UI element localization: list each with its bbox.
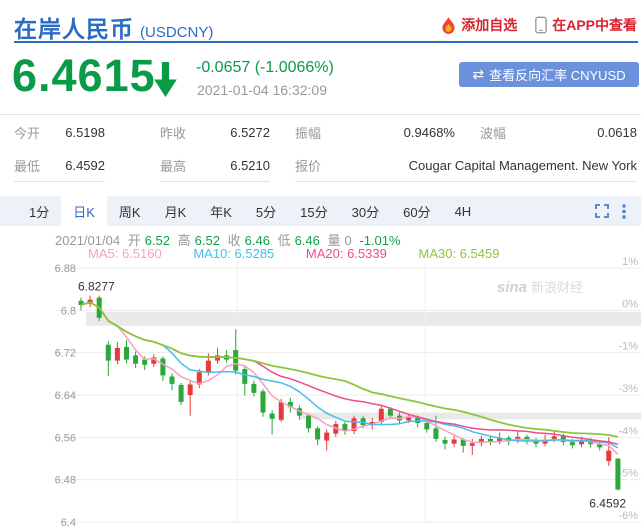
chart-grid — [56, 262, 641, 522]
candlestick-chart[interactable]: 6.88 1% 6.8 0% 6.72 -1% 6.64 -3% 6.56 -4% 6.48 -5% 6… — [0, 0, 641, 531]
svg-text:-1%: -1% — [618, 341, 638, 353]
candle-up — [115, 348, 120, 361]
candle-up — [279, 402, 284, 420]
candle-down — [261, 391, 266, 412]
candle-down — [306, 416, 311, 429]
candle-up — [324, 433, 329, 441]
candle-down — [615, 459, 620, 490]
svg-text:6.48: 6.48 — [55, 475, 76, 487]
candle-down — [251, 384, 256, 393]
candle-down — [388, 409, 393, 416]
candle-down — [315, 428, 320, 439]
svg-text:6.4: 6.4 — [61, 517, 76, 529]
svg-text:6.72: 6.72 — [55, 348, 76, 360]
svg-text:-6%: -6% — [618, 510, 638, 522]
candle-up — [188, 384, 193, 395]
svg-text:新浪财经: 新浪财经 — [531, 280, 583, 295]
candle-up — [206, 361, 211, 373]
chart-bands — [86, 312, 641, 419]
candle-down — [233, 350, 238, 371]
candle-down — [433, 428, 438, 439]
candle-up — [606, 451, 611, 462]
candle-up — [470, 443, 475, 446]
candle-down — [570, 442, 575, 445]
svg-text:-5%: -5% — [618, 468, 638, 480]
candle-down — [443, 440, 448, 444]
svg-text:-3%: -3% — [618, 383, 638, 395]
candle-down — [106, 345, 111, 361]
svg-text:6.64: 6.64 — [55, 390, 76, 402]
candle-down — [170, 376, 175, 383]
svg-text:6.56: 6.56 — [55, 432, 76, 444]
candle-down — [124, 347, 129, 360]
candle-down — [270, 414, 275, 419]
svg-text:0%: 0% — [622, 298, 638, 310]
candle-down — [142, 360, 147, 365]
candle-down — [242, 369, 247, 384]
usdcny-quote-page: 在岸人民币(USDCNY) 添加自选 在APP中查看 6.4615 -0.065… — [0, 0, 641, 531]
candle-down — [133, 355, 138, 363]
low-annotation: 6.4592 — [589, 497, 626, 511]
candle-up — [452, 439, 457, 443]
candle-down — [179, 385, 184, 402]
svg-text:1%: 1% — [622, 256, 638, 268]
svg-text:6.88: 6.88 — [55, 263, 76, 275]
sina-watermark: 新浪财经 — [531, 280, 583, 295]
svg-text:sina: sina — [497, 279, 527, 296]
candle-down — [160, 358, 165, 375]
svg-text:-4%: -4% — [618, 425, 638, 437]
candle-down — [424, 423, 429, 429]
high-annotation: 6.8277 — [78, 280, 115, 294]
svg-text:6.8: 6.8 — [61, 305, 76, 317]
